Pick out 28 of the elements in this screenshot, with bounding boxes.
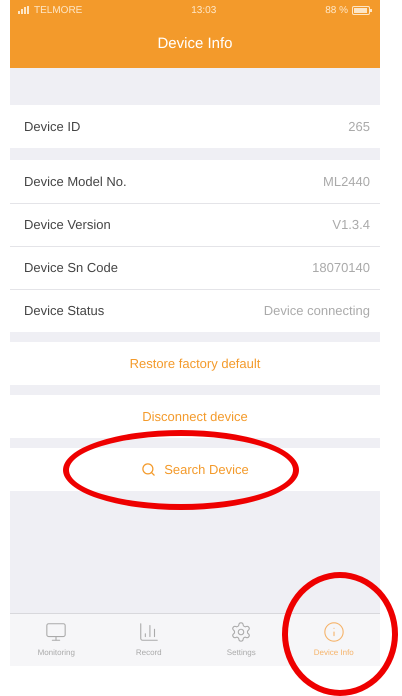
tab-item[interactable]: Device Info [288,614,380,666]
info-value: 265 [348,118,370,136]
info-label: Device Sn Code [24,259,118,278]
search-icon [141,462,156,477]
carrier-name: TELMORE [34,4,82,18]
battery-percent: 88 % [325,4,348,18]
info-label: Device Status [24,302,104,320]
action-button[interactable]: Disconnect device [142,406,248,426]
page-title: Device Info [157,34,233,54]
tab-item[interactable]: Settings [195,614,288,666]
info-label: Device Model No. [24,172,127,191]
status-time: 13:03 [191,4,216,18]
tab-item[interactable]: Record [102,614,195,666]
bar-chart-icon [138,621,160,643]
search-device-button[interactable]: Search Device [141,460,249,480]
signal-icon [18,6,30,14]
settings-icon [230,621,252,643]
info-label: Device Version [24,216,111,234]
battery-icon [352,6,372,14]
monitor-icon [45,621,68,643]
info-value: V1.3.4 [332,216,370,234]
info-label: Device ID [24,118,80,136]
info-value: ML2440 [323,172,370,191]
info-value: 18070140 [312,259,370,278]
info-icon [322,621,345,643]
info-value: Device connecting [264,302,370,320]
action-button[interactable]: Restore factory default [130,354,260,374]
tab-item[interactable]: Monitoring [10,614,102,666]
